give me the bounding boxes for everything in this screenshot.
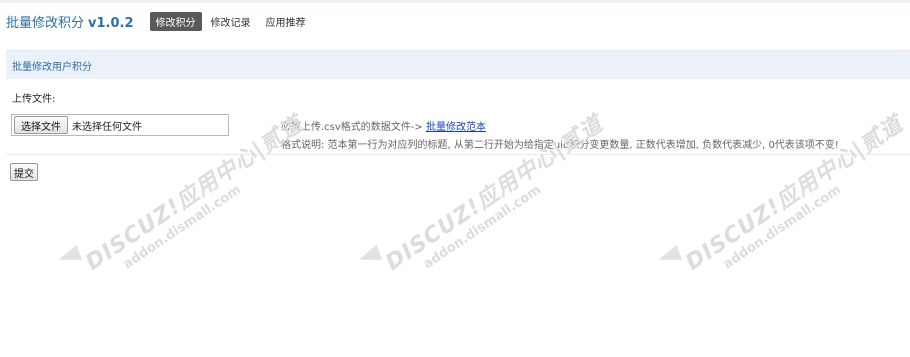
watermark-sub: addon.dismall.com [120, 182, 244, 273]
upload-hint: 必须上传.csv格式的数据文件-> 批量修改范本 [281, 118, 486, 133]
submit-button[interactable]: 提交 [10, 163, 38, 181]
section-title: 批量修改用户积分 [12, 61, 92, 73]
sample-file-link[interactable]: 批量修改范本 [426, 122, 486, 133]
watermark-arrow-icon [655, 244, 683, 268]
file-input[interactable]: 选择文件 未选择任何文件 [11, 114, 229, 136]
tab-modify-points[interactable]: 修改积分 [149, 11, 202, 31]
choose-file-button[interactable]: 选择文件 [14, 116, 68, 134]
watermark-arrow-icon [355, 244, 383, 268]
upload-label: 上传文件: [12, 94, 56, 105]
top-divider [0, 0, 910, 3]
header: 批量修改积分 v1.0.2 修改积分 修改记录 应用推荐 [6, 11, 315, 31]
file-status: 未选择任何文件 [72, 121, 142, 133]
page: 批量修改积分 v1.0.2 修改积分 修改记录 应用推荐 批量修改用户积分 上传文… [0, 0, 910, 357]
tab-modify-records[interactable]: 修改记录 [205, 12, 257, 31]
watermark-sub: addon.dismall.com [420, 182, 544, 273]
watermark-sub: addon.dismall.com [720, 182, 844, 273]
watermark-main: DISCUZ!应用中心|贰道 [81, 111, 308, 276]
form-divider [6, 154, 910, 155]
app-title: 批量修改积分 v1.0.2 [6, 12, 134, 31]
upload-hint-text: 必须上传.csv格式的数据文件-> [281, 122, 423, 133]
tab-app-recommend[interactable]: 应用推荐 [260, 12, 312, 31]
app-version: v1.0.2 [88, 15, 134, 31]
format-description: 格式说明: 范本第一行为对应列的标题, 从第二行开始为给指定uid积分变更数量,… [281, 140, 839, 151]
watermark-arrow-icon [55, 244, 83, 268]
section-header: 批量修改用户积分 [6, 50, 910, 79]
app-title-text: 批量修改积分 [6, 15, 85, 31]
